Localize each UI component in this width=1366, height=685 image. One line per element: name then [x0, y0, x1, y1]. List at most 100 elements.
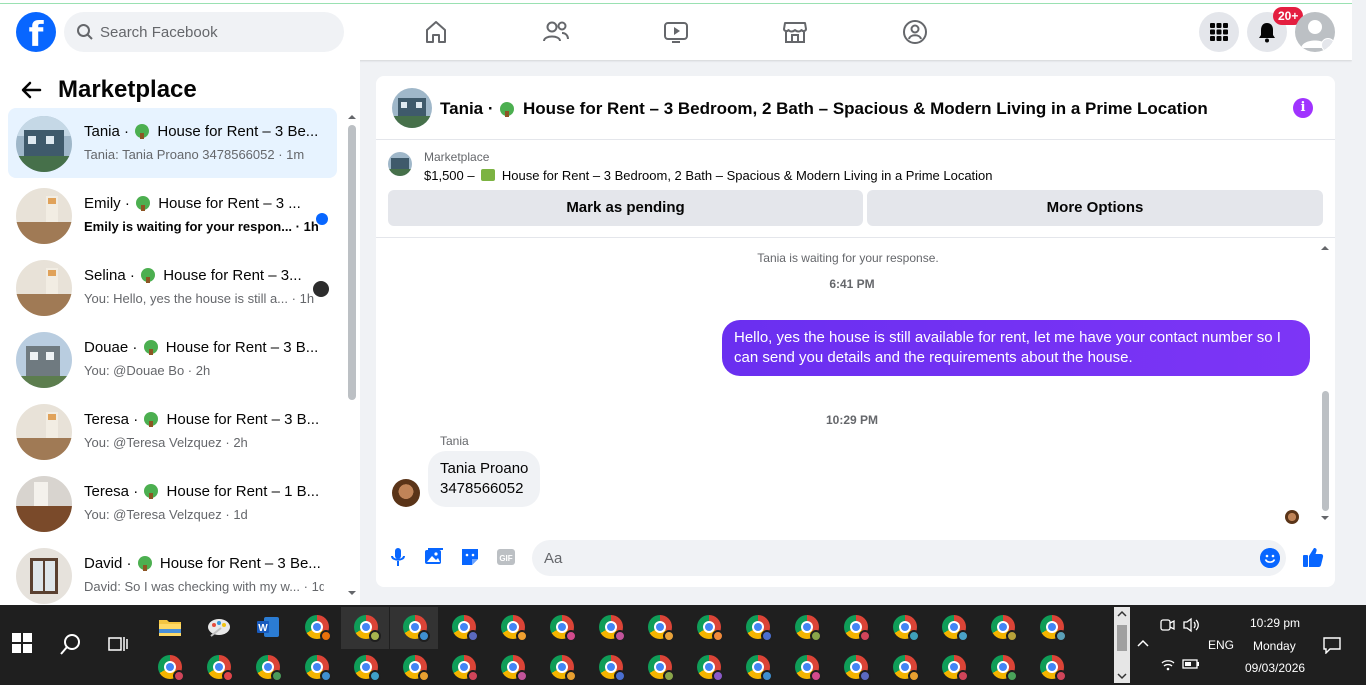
scroll-down-arrow-icon[interactable] [1318, 513, 1332, 523]
mark-as-pending-button[interactable]: Mark as pending [388, 190, 863, 226]
listing-avatar[interactable] [392, 88, 432, 128]
volume-icon[interactable] [1182, 617, 1200, 633]
page-scrollbar[interactable] [1352, 0, 1366, 605]
chrome-app[interactable] [253, 652, 283, 682]
chrome-app[interactable] [792, 652, 822, 682]
meet-now-icon[interactable] [1159, 617, 1175, 633]
chrome-app[interactable] [449, 612, 479, 642]
scrollbar-thumb[interactable] [348, 125, 356, 400]
conversation-item[interactable]: Teresa · House for Rent – 1 B... You: @T… [8, 468, 337, 538]
clock-date[interactable]: 09/03/2026 [1245, 661, 1305, 675]
search-input[interactable] [100, 12, 330, 52]
scroll-down-arrow-icon[interactable] [1114, 671, 1130, 681]
chrome-app[interactable] [792, 612, 822, 642]
menu-button[interactable] [1199, 12, 1239, 52]
chrome-app[interactable] [743, 652, 773, 682]
facebook-logo[interactable]: f [16, 12, 56, 55]
chrome-app[interactable] [645, 612, 675, 642]
windows-start-icon[interactable] [12, 633, 32, 653]
nav-home[interactable] [416, 12, 456, 52]
outgoing-message[interactable]: Hello, yes the house is still available … [722, 320, 1310, 376]
nav-friends[interactable] [536, 12, 576, 52]
chrome-app[interactable] [694, 612, 724, 642]
chrome-app[interactable] [596, 612, 626, 642]
attach-photo-button[interactable] [422, 545, 446, 569]
scroll-up-arrow-icon[interactable] [344, 112, 360, 122]
scroll-up-arrow-icon[interactable] [1114, 609, 1130, 619]
chrome-app[interactable] [498, 652, 528, 682]
chrome-app[interactable] [351, 612, 381, 642]
emoji-icon[interactable] [1260, 548, 1280, 568]
voice-clip-button[interactable] [386, 545, 410, 569]
back-arrow-icon[interactable] [20, 79, 42, 101]
chat-title[interactable]: Tania · House for Rent – 3 Bedroom, 2 Ba… [440, 99, 1208, 119]
chrome-app[interactable] [743, 612, 773, 642]
scrollbar-thumb[interactable] [1322, 391, 1329, 511]
chrome-app[interactable] [400, 652, 430, 682]
chrome-app[interactable] [400, 612, 430, 642]
chrome-app[interactable] [547, 612, 577, 642]
clock-time[interactable]: 10:29 pm [1250, 616, 1300, 630]
more-options-button[interactable]: More Options [867, 190, 1323, 226]
wifi-icon[interactable] [1160, 657, 1176, 671]
paint-app[interactable] [204, 612, 234, 642]
chrome-app[interactable] [890, 652, 920, 682]
language-indicator[interactable]: ENG [1208, 638, 1234, 652]
chrome-app[interactable] [645, 652, 675, 682]
search-box[interactable] [64, 12, 344, 52]
conversation-item[interactable]: Douae · House for Rent – 3 B... You: @Do… [8, 324, 337, 394]
scroll-up-arrow-icon[interactable] [1318, 243, 1332, 253]
listing-thumbnail[interactable] [388, 152, 412, 176]
word-app[interactable]: W [253, 612, 283, 642]
chrome-app[interactable] [204, 652, 234, 682]
chrome-app[interactable] [1037, 652, 1067, 682]
chrome-app[interactable] [498, 612, 528, 642]
conversation-item[interactable]: Tania · House for Rent – 3 Be... Tania: … [8, 108, 337, 178]
like-button[interactable] [1301, 545, 1325, 569]
chrome-app[interactable] [988, 612, 1018, 642]
file-explorer-app[interactable] [155, 612, 185, 642]
info-icon[interactable]: i [1293, 98, 1313, 118]
chrome-app[interactable] [547, 652, 577, 682]
chrome-app[interactable] [351, 652, 381, 682]
sticker-button[interactable] [458, 545, 482, 569]
listing-price-line[interactable]: $1,500 – House for Rent – 3 Bedroom, 2 B… [424, 168, 993, 183]
incoming-message[interactable]: Tania Proano 3478566052 [428, 451, 541, 507]
chrome-app[interactable] [302, 612, 332, 642]
nav-marketplace[interactable] [775, 12, 815, 52]
conversation-item[interactable]: Teresa · House for Rent – 3 B... You: @T… [8, 396, 337, 466]
message-input[interactable] [544, 540, 1244, 576]
sidebar-scrollbar[interactable] [344, 110, 360, 600]
nav-watch[interactable] [656, 12, 696, 52]
clock-day[interactable]: Monday [1253, 639, 1296, 653]
sender-avatar[interactable] [392, 479, 420, 507]
chrome-app[interactable] [939, 652, 969, 682]
account-avatar[interactable] [1295, 12, 1335, 52]
conversation-item[interactable]: David · House for Rent – 3 Be... David: … [8, 540, 337, 610]
chrome-app[interactable] [155, 652, 185, 682]
chrome-app[interactable] [449, 652, 479, 682]
conversation-item[interactable]: Emily · House for Rent – 3 ... Emily is … [8, 180, 337, 250]
battery-icon[interactable] [1182, 658, 1200, 670]
chrome-app[interactable] [841, 612, 871, 642]
chrome-app[interactable] [302, 652, 332, 682]
task-view-icon[interactable] [108, 634, 128, 654]
photo-icon [425, 548, 443, 564]
chrome-app[interactable] [596, 652, 626, 682]
chrome-app[interactable] [1037, 612, 1067, 642]
nav-groups[interactable] [895, 12, 935, 52]
chrome-app[interactable] [841, 652, 871, 682]
conversation-item[interactable]: Selina · House for Rent – 3... You: Hell… [8, 252, 337, 322]
chrome-app[interactable] [694, 652, 724, 682]
search-icon[interactable] [59, 632, 83, 656]
show-hidden-icons-chevron-icon[interactable] [1136, 638, 1150, 648]
notification-center-icon[interactable] [1322, 636, 1342, 654]
chat-scrollbar[interactable] [1318, 243, 1332, 525]
taskbar-scrollbar[interactable] [1114, 607, 1130, 683]
scroll-down-arrow-icon[interactable] [344, 588, 360, 598]
chrome-app[interactable] [890, 612, 920, 642]
message-input-box[interactable] [532, 540, 1286, 576]
chrome-app[interactable] [988, 652, 1018, 682]
chrome-app[interactable] [939, 612, 969, 642]
gif-button[interactable]: GIF [494, 545, 518, 569]
